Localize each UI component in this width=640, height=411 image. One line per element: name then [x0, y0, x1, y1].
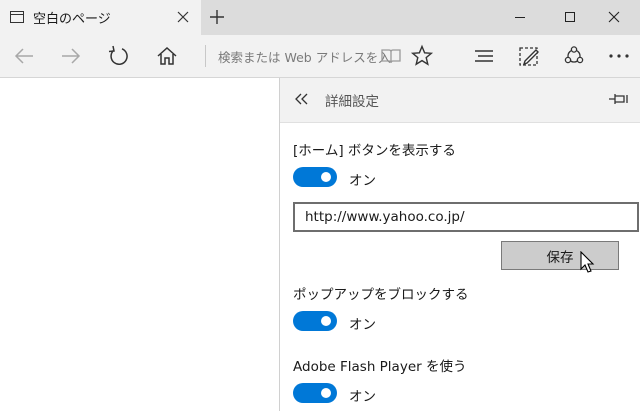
flash-toggle-state: オン [349, 389, 376, 405]
panel-title: 詳細設定 [325, 94, 379, 110]
advanced-settings-panel: 詳細設定 [ホーム] ボタンを表示する オン 保存 ポップアップをブロックする … [279, 78, 640, 411]
web-note-icon[interactable] [515, 42, 543, 70]
close-icon[interactable] [600, 8, 628, 26]
address-input[interactable]: 検索または Web アドレスを入 [218, 47, 391, 66]
mouse-cursor-icon [580, 251, 596, 275]
toggle-knob [321, 316, 331, 326]
home-url-input[interactable] [293, 202, 639, 232]
address-separator [205, 45, 206, 67]
web-page-content[interactable] [0, 78, 279, 411]
minimize-icon[interactable] [506, 8, 534, 26]
tab-page-icon [9, 9, 25, 25]
reading-view-icon[interactable] [377, 42, 405, 70]
tab-close-icon[interactable] [175, 9, 191, 25]
browser-tab[interactable]: 空白のページ [0, 0, 201, 35]
panel-header: 詳細設定 [280, 78, 640, 123]
popup-block-toggle[interactable] [293, 311, 337, 331]
home-button-toggle-state: オン [349, 173, 376, 189]
panel-back-icon[interactable] [293, 90, 311, 108]
flash-setting-label: Adobe Flash Player を使う [293, 359, 467, 375]
popup-block-toggle-state: オン [349, 317, 376, 333]
forward-icon[interactable] [57, 42, 85, 70]
refresh-icon[interactable] [104, 42, 132, 70]
popup-block-setting-label: ポップアップをブロックする [293, 287, 469, 303]
navigation-bar: 検索または Web アドレスを入 [0, 35, 640, 78]
more-icon[interactable] [605, 42, 633, 70]
pin-icon[interactable] [608, 91, 628, 107]
home-icon[interactable] [153, 42, 181, 70]
favorite-star-icon[interactable] [408, 42, 436, 70]
home-button-setting-label: [ホーム] ボタンを表示する [293, 143, 456, 159]
new-tab-icon[interactable] [207, 7, 227, 27]
hub-icon[interactable] [470, 42, 498, 70]
toggle-knob [321, 388, 331, 398]
tab-title: 空白のページ [33, 12, 111, 27]
home-button-toggle[interactable] [293, 167, 337, 187]
save-button[interactable]: 保存 [501, 241, 619, 270]
maximize-icon[interactable] [556, 8, 584, 26]
toggle-knob [321, 172, 331, 182]
flash-toggle[interactable] [293, 383, 337, 403]
back-icon[interactable] [10, 42, 38, 70]
share-icon[interactable] [560, 42, 588, 70]
